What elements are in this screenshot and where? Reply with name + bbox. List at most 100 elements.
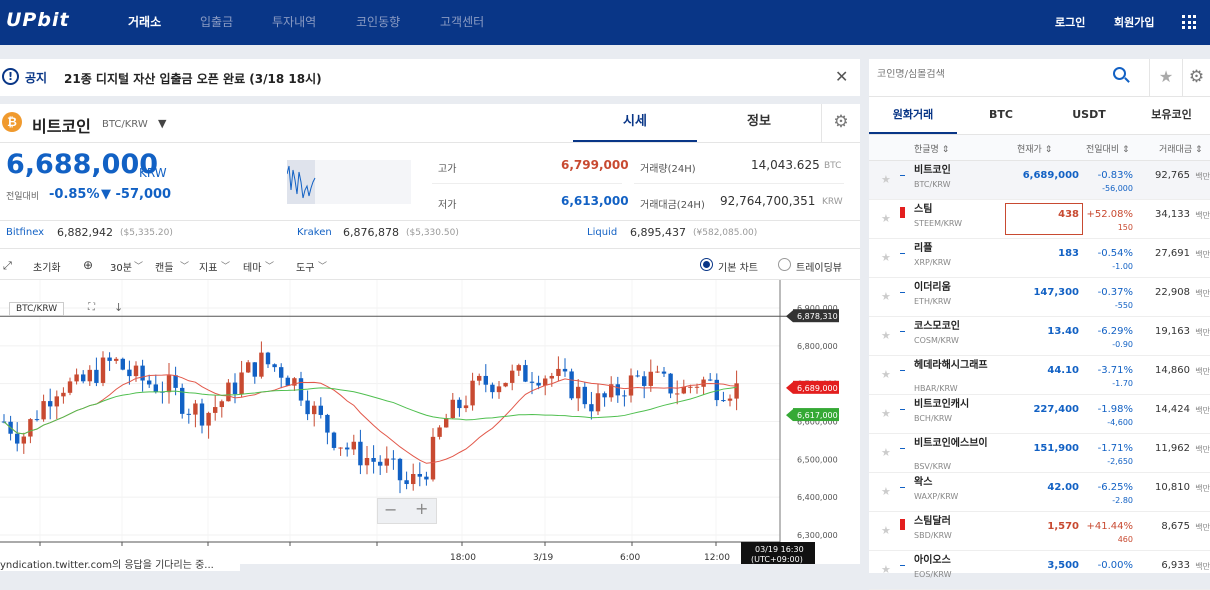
favorite-star-icon[interactable]: ★ <box>881 524 891 537</box>
col-name[interactable]: 한글명 ⇕ <box>914 142 949 155</box>
coin-row[interactable]: ★ 비트코인에스브이 BSV/KRW 151,900 -1.71% -2,650 11,96… <box>869 434 1210 473</box>
timezone-tag: (UTC+09:00) <box>751 555 803 564</box>
coin-volume-unit: 백만 <box>1195 172 1210 181</box>
coin-price: 1,570 <box>1047 521 1079 532</box>
col-price[interactable]: 현재가 ⇕ <box>1017 142 1052 155</box>
coin-row[interactable]: ★ 왁스 WAXP/KRW 42.00 -6.25% -2.80 10,810 백만 <box>869 473 1210 512</box>
expand-icon[interactable]: ⛶ <box>88 302 95 313</box>
coin-row[interactable]: ★ 아이오스 EOS/KRW 3,500 -0.00% 6,933 백만 <box>869 551 1210 590</box>
favorite-star-icon[interactable]: ★ <box>881 329 891 342</box>
zoom-out-button[interactable]: − <box>384 500 397 519</box>
coin-row[interactable]: ★ 이더리움 ETH/KRW 147,300 -0.37% -550 22,908 백만 <box>869 278 1210 317</box>
coin-name: 비트코인캐시 <box>914 399 970 410</box>
coin-row[interactable]: ★ 헤데라해시그래프 HBAR/KRW 44.10 -3.71% -1.70 14,860 백… <box>869 356 1210 395</box>
nav-exchange[interactable]: 거래소 <box>128 13 161 30</box>
login-link[interactable]: 로그인 <box>1055 14 1085 30</box>
nav-coin-trends[interactable]: 코인동향 <box>356 13 400 30</box>
candle-mini-icon <box>900 409 905 410</box>
price-currency: KRW <box>139 166 167 180</box>
signup-link[interactable]: 회원가입 <box>1114 14 1154 30</box>
favorite-star-icon[interactable]: ★ <box>881 563 891 576</box>
favorite-star-icon[interactable]: ★ <box>881 173 891 186</box>
exchange-price-liquid: 6,895,437 <box>630 226 686 239</box>
search-icon[interactable] <box>1113 67 1130 83</box>
candle-body <box>199 403 205 426</box>
basic-chart-label[interactable]: 기본 차트 <box>718 259 758 274</box>
candle-body <box>364 458 370 466</box>
zoom-in-button[interactable]: + <box>415 499 428 518</box>
candle-body <box>120 358 125 370</box>
coin-name: 비트코인 <box>32 117 91 136</box>
search-input[interactable] <box>877 69 1097 80</box>
fullscreen-icon[interactable]: ⤢ <box>3 259 12 273</box>
favorite-star-icon[interactable]: ★ <box>881 251 891 264</box>
interval-select[interactable]: 30분 <box>110 259 132 274</box>
arrow-down-icon[interactable]: ↓ <box>114 301 123 314</box>
nav-support[interactable]: 고객센터 <box>440 13 484 30</box>
coin-change-amt: -4,600 <box>1107 418 1133 427</box>
coin-row[interactable]: ★ 코스모코인 COSM/KRW 13.40 -6.29% -0.90 19,163 백만 <box>869 317 1210 356</box>
divider <box>0 220 860 221</box>
coin-volume: 8,675 <box>1161 521 1190 532</box>
favorite-star-icon[interactable]: ★ <box>881 212 891 225</box>
favorite-star-icon[interactable]: ★ <box>881 368 891 381</box>
radio-basic-chart[interactable] <box>700 258 713 271</box>
favorite-star-icon[interactable]: ★ <box>881 485 891 498</box>
coin-price: 13.40 <box>1047 326 1079 337</box>
nav-investments[interactable]: 투자내역 <box>272 13 316 30</box>
notice-text[interactable]: 21종 디지털 자산 입출금 오픈 완료 (3/18 18시) <box>64 70 322 87</box>
candle-body <box>213 407 218 413</box>
close-icon[interactable]: ✕ <box>835 67 848 86</box>
tab-info[interactable]: 정보 <box>697 104 821 142</box>
ma-price-tag: 6,617,000 <box>797 411 838 420</box>
change-amount: ▼ -57,000 <box>101 187 172 202</box>
coin-volume: 22,908 <box>1155 287 1190 298</box>
divider <box>0 142 860 143</box>
candle-select[interactable]: 캔들 <box>155 259 173 274</box>
tradingview-label[interactable]: 트레이딩뷰 <box>796 259 842 274</box>
coin-row[interactable]: ★ 비트코인캐시 BCH/KRW 227,400 -1.98% -4,600 14,424 백… <box>869 395 1210 434</box>
theme-select[interactable]: 테마 <box>243 259 261 274</box>
col-volume[interactable]: 거래대금 ⇕ <box>1159 142 1203 155</box>
candle-body <box>28 419 33 437</box>
settings-gear-icon[interactable]: ⚙ <box>821 104 860 142</box>
candle-body <box>193 403 198 415</box>
nav-deposit[interactable]: 입출금 <box>200 13 233 30</box>
tab-price[interactable]: 시세 <box>573 104 697 142</box>
radio-tradingview[interactable] <box>778 258 791 271</box>
coin-name: 스팀달러 <box>914 516 951 527</box>
globe-icon[interactable]: ⊕ <box>83 258 93 272</box>
candle-body <box>87 369 92 382</box>
time-tag: 03/19 16:30 <box>755 545 804 554</box>
tab-krw[interactable]: 원화거래 <box>869 97 957 134</box>
favorite-star-icon[interactable]: ★ <box>881 446 891 459</box>
col-change[interactable]: 전일대비 ⇕ <box>1086 142 1130 155</box>
favorite-star-icon[interactable]: ★ <box>881 407 891 420</box>
upbit-logo[interactable]: UPbit <box>6 9 70 31</box>
indicator-select[interactable]: 지표 <box>199 259 217 274</box>
coin-row[interactable]: ★ 비트코인 BTC/KRW 6,689,000 -0.83% -56,000 92,765… <box>869 161 1210 200</box>
star-filter-icon[interactable]: ★ <box>1149 59 1182 97</box>
candle-body <box>496 386 502 393</box>
coin-dropdown-icon[interactable]: ▼ <box>158 117 166 130</box>
high-price-tag: 6,878,310 <box>797 312 838 321</box>
amount-value: 92,764,700,351 <box>720 194 816 208</box>
coin-row[interactable]: ★ 스팀달러 SBD/KRW 1,570 +41.44% 460 8,675 백만 <box>869 512 1210 551</box>
candle-body <box>661 371 667 374</box>
change-label: 전일대비 <box>6 192 40 202</box>
candle-body <box>94 369 99 383</box>
coin-volume: 19,163 <box>1155 326 1190 337</box>
tab-usdt[interactable]: USDT <box>1045 97 1133 134</box>
tools-select[interactable]: 도구 <box>296 259 314 274</box>
coin-volume: 14,860 <box>1155 365 1190 376</box>
apps-grid-icon[interactable] <box>1182 15 1196 29</box>
tab-btc[interactable]: BTC <box>957 97 1045 134</box>
gear-icon[interactable]: ⚙ <box>1182 59 1210 97</box>
coin-row[interactable]: ★ 리플 XRP/KRW 183 -0.54% -1.00 27,691 백만 <box>869 239 1210 278</box>
reset-button[interactable]: 초기화 <box>33 259 61 274</box>
coin-change-amt: -2.80 <box>1112 496 1133 505</box>
tab-holdings[interactable]: 보유코인 <box>1133 97 1210 134</box>
favorite-star-icon[interactable]: ★ <box>881 290 891 303</box>
candle-mini-icon <box>900 292 905 293</box>
coin-row[interactable]: ★ 스팀 STEEM/KRW 438 +52.08% 150 34,133 백만 <box>869 200 1210 239</box>
